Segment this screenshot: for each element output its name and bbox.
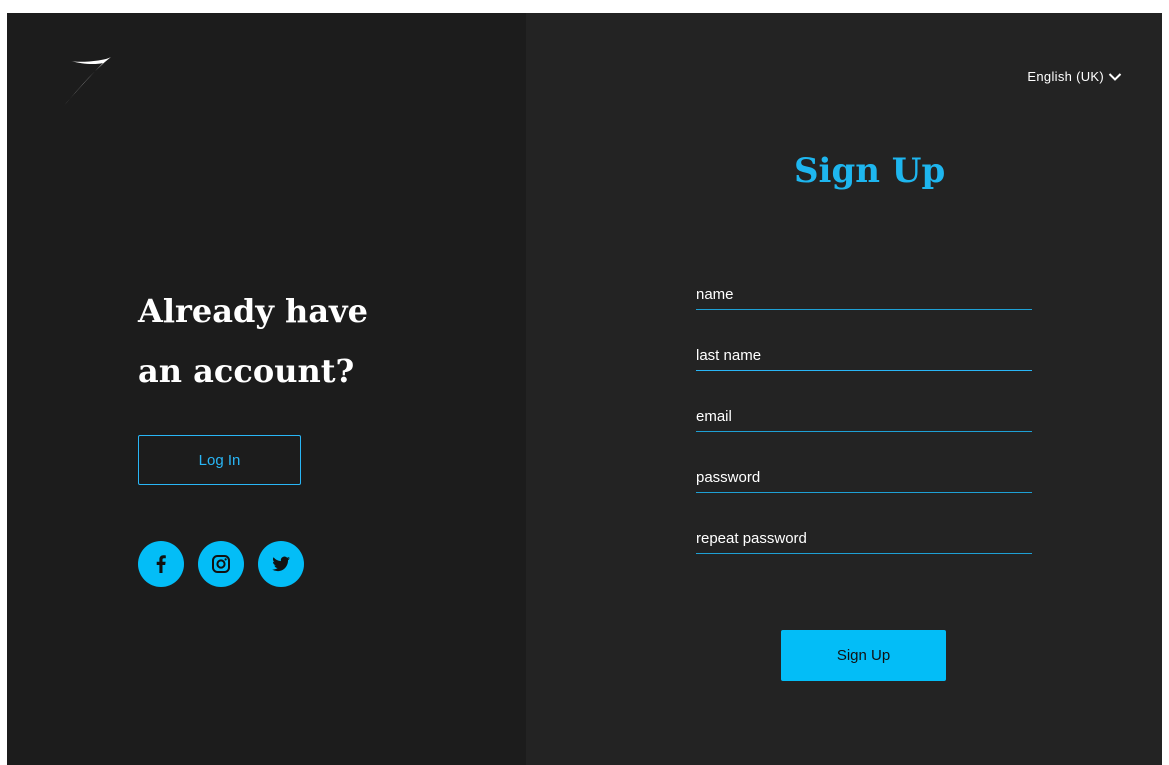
language-selector[interactable]: English (UK) — [1027, 69, 1122, 84]
brand-logo — [61, 57, 111, 109]
facebook-link[interactable] — [138, 541, 184, 587]
last-name-field[interactable] — [696, 340, 1032, 371]
signup-form — [696, 279, 1032, 584]
instagram-icon — [212, 555, 230, 573]
password-field-row — [696, 462, 1032, 523]
login-button[interactable]: Log In — [138, 435, 301, 485]
signup-button[interactable]: Sign Up — [781, 630, 946, 681]
repeat-password-field[interactable] — [696, 523, 1032, 554]
last-name-field-row — [696, 340, 1032, 401]
headline-line-1: Already have — [138, 292, 368, 330]
auth-page: Already have an account? Log In English … — [7, 13, 1162, 765]
headline-line-2: an account? — [138, 352, 355, 390]
email-field[interactable] — [696, 401, 1032, 432]
login-panel: Already have an account? Log In — [7, 13, 526, 765]
password-field[interactable] — [696, 462, 1032, 493]
repeat-password-field-row — [696, 523, 1032, 584]
signup-title: Sign Up — [794, 151, 946, 191]
social-links — [138, 541, 304, 587]
email-field-row — [696, 401, 1032, 462]
facebook-icon — [156, 555, 166, 573]
name-field[interactable] — [696, 279, 1032, 310]
twitter-icon — [272, 556, 290, 572]
chevron-down-icon — [1108, 72, 1122, 81]
language-label: English (UK) — [1027, 69, 1104, 84]
twitter-link[interactable] — [258, 541, 304, 587]
signup-panel: English (UK) Sign Up Sign Up — [526, 13, 1162, 765]
instagram-link[interactable] — [198, 541, 244, 587]
name-field-row — [696, 279, 1032, 340]
login-headline: Already have an account? — [138, 281, 458, 401]
